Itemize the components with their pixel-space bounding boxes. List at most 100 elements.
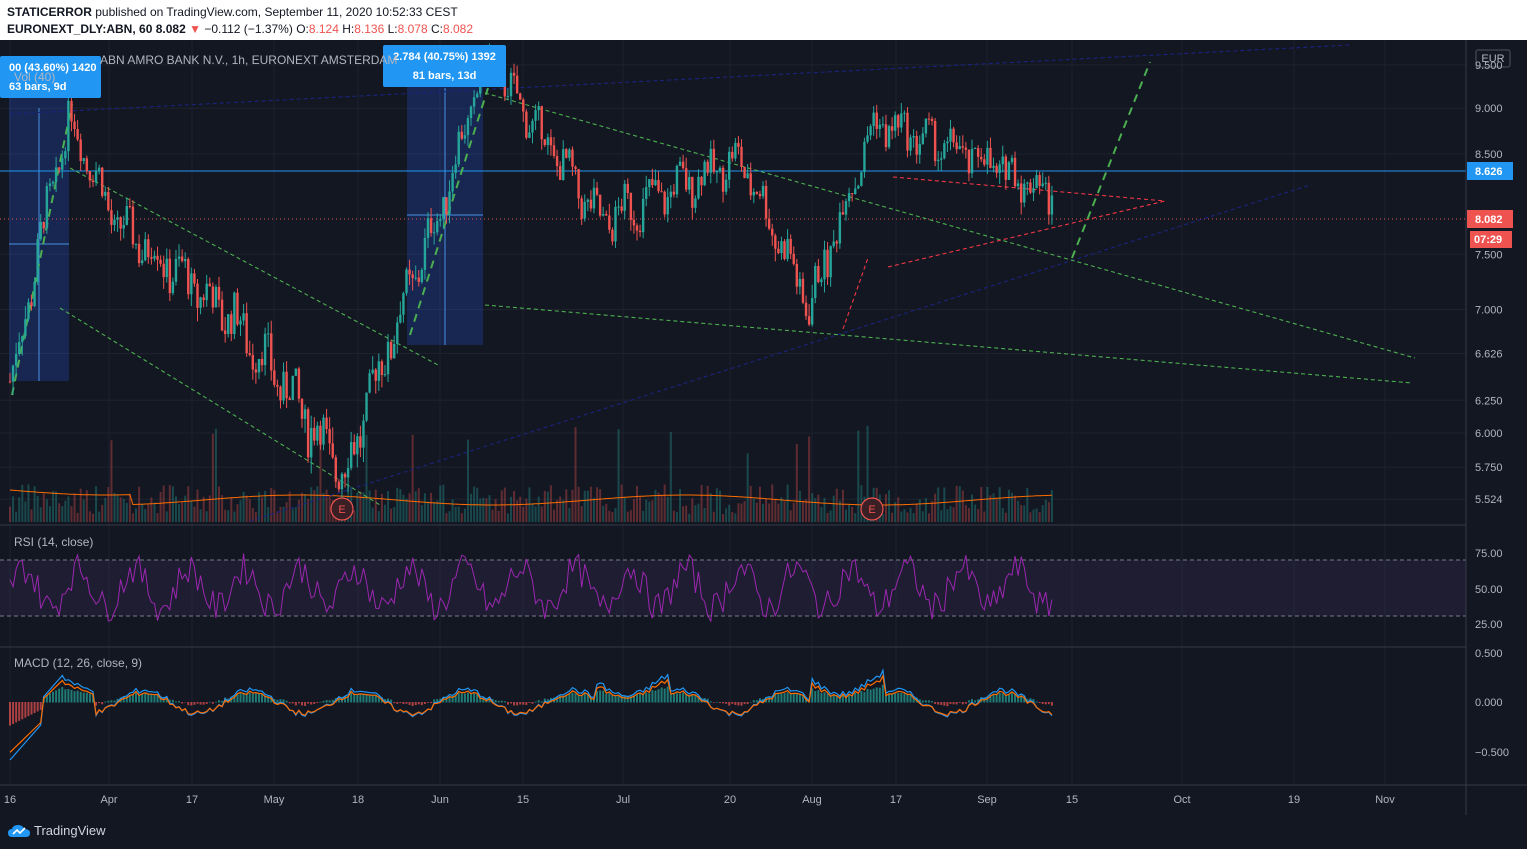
volume-bar — [679, 489, 682, 522]
candle-body — [850, 193, 854, 195]
candle-body — [789, 238, 792, 254]
candle-body — [359, 436, 362, 448]
volume-bar — [473, 486, 476, 522]
candle-body — [718, 167, 722, 172]
volume-bar — [61, 505, 64, 522]
macd-histogram-bar — [657, 689, 660, 703]
macd-histogram-bar — [891, 694, 894, 703]
macd-histogram-bar — [350, 692, 353, 703]
macd-histogram-bar — [611, 694, 614, 703]
candle-body — [626, 183, 629, 193]
macd-histogram-bar — [107, 700, 110, 703]
macd-histogram-bar — [328, 700, 331, 703]
candle-body — [638, 230, 642, 233]
legend-title[interactable]: ABN AMRO BANK N.V., 1h, EURONEXT AMSTERD… — [100, 53, 397, 67]
macd-histogram-bar — [211, 702, 214, 704]
volume-bar — [629, 510, 632, 522]
legend-volume[interactable]: Vol (40) — [14, 70, 55, 84]
tradingview-logo[interactable]: TradingView — [8, 823, 106, 838]
volume-bar — [626, 511, 629, 522]
volume-bar — [433, 501, 436, 522]
volume-bar — [556, 500, 559, 522]
grid — [0, 40, 1466, 785]
macd-histogram-bar — [408, 702, 411, 705]
earnings-marker-2[interactable]: E — [860, 497, 884, 521]
volume-bar — [95, 486, 98, 522]
volume-bar — [553, 509, 556, 522]
candle-body — [429, 218, 433, 233]
earnings-marker-1[interactable]: E — [330, 497, 354, 521]
candle-body — [743, 166, 746, 178]
volume-bar — [457, 506, 460, 522]
legend-rsi[interactable]: RSI (14, close) — [14, 535, 93, 549]
candle-body — [177, 256, 181, 259]
candle-body — [1007, 162, 1011, 180]
macd-histogram-bar — [199, 702, 202, 705]
volume-bar — [983, 511, 986, 522]
candle-body — [540, 106, 543, 140]
macd-histogram-bar — [144, 693, 147, 703]
macd-histogram-bar — [642, 694, 645, 703]
macd-histogram-bar — [783, 693, 786, 703]
macd-histogram-bar — [187, 702, 190, 706]
candle-body — [635, 225, 639, 231]
candle-body — [854, 188, 857, 195]
time-axis[interactable]: 16 Apr 17 May 18 Jun 15 Jul 20 Aug 17 Sep 15 Oct 19 Nov — [0, 784, 1527, 806]
candle-body — [466, 118, 470, 136]
candle-body — [943, 143, 946, 159]
volume-bar — [205, 511, 208, 522]
candle-body — [349, 442, 353, 468]
candle-body — [36, 239, 39, 282]
candle-body — [927, 118, 931, 120]
macd-histogram-bar — [506, 702, 509, 705]
macd-histogram-bar — [872, 688, 875, 703]
measure-label-2[interactable]: 2.784 (40.75%) 1392 81 bars, 13d — [383, 45, 506, 87]
macd-histogram-bar — [190, 702, 193, 706]
macd-histogram-bar — [174, 701, 177, 703]
macd-histogram-bar — [651, 690, 654, 703]
volume-bar — [297, 499, 300, 522]
chart-canvas[interactable]: 00 (43.60%) 1420 63 bars, 9d 2.784 (40.7… — [0, 40, 1527, 815]
volume-bar — [174, 496, 177, 522]
volume-bar — [414, 491, 417, 522]
volume-bar — [927, 513, 930, 522]
volume-bar — [795, 444, 798, 522]
volume-bar — [786, 484, 789, 522]
volume-bar — [82, 499, 85, 522]
macd-histogram-bar — [1007, 694, 1010, 703]
author[interactable]: STATICERROR — [7, 5, 92, 19]
volume-bar — [270, 487, 273, 522]
macd-histogram-bar — [285, 700, 288, 703]
candle-body — [531, 120, 534, 133]
macd-histogram-bar — [48, 693, 51, 703]
volume-bar — [909, 507, 912, 522]
candle-body — [475, 93, 479, 98]
candle-body — [328, 429, 331, 444]
candle-body — [675, 165, 679, 195]
time-tick-4: 18 — [352, 794, 364, 806]
volume-bar — [715, 488, 718, 522]
volume-bar — [912, 513, 915, 522]
symbol: EURONEXT_DLY:ABN, 60 — [7, 22, 153, 36]
candle-body — [214, 286, 218, 308]
tradingview-cloud-icon — [8, 824, 30, 837]
candle-body — [577, 169, 580, 199]
macd-histogram-bar — [24, 702, 27, 718]
volume-bar — [70, 506, 73, 522]
volume-bar — [165, 511, 168, 522]
candle-body — [239, 320, 242, 325]
trendlines[interactable] — [9, 44, 1416, 522]
macd-histogram-bar — [952, 702, 955, 705]
volume-bar — [725, 508, 728, 522]
volume-bar — [995, 498, 998, 522]
pole-red — [842, 257, 869, 330]
volume-bar — [636, 486, 638, 522]
candle-body — [21, 336, 24, 342]
candle-body — [1010, 157, 1014, 163]
candle-body — [334, 457, 337, 482]
legend-macd[interactable]: MACD (12, 26, close, 9) — [14, 656, 142, 670]
candle-body — [180, 256, 184, 262]
macd-histogram-bar — [171, 699, 174, 703]
volume-bar — [181, 502, 184, 522]
candle-body — [1047, 182, 1051, 215]
